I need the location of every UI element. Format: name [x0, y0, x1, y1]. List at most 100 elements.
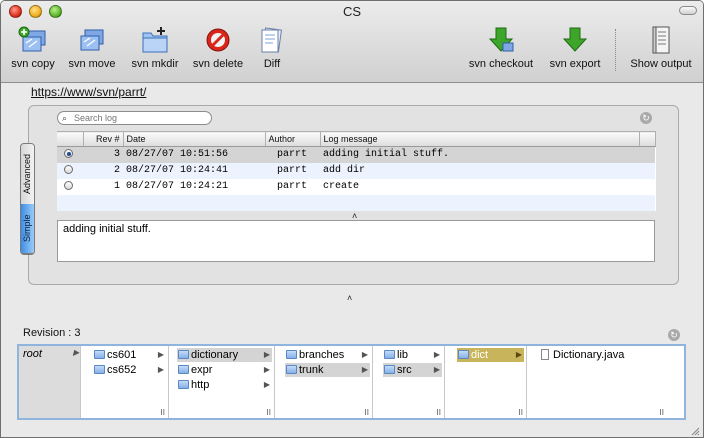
view-mode-tabs: Advanced Simple: [20, 143, 35, 255]
svn-mkdir-label: svn mkdir: [131, 58, 179, 70]
svn-delete-label: svn delete: [192, 58, 244, 70]
browser-column: dictionary ▶ expr ▶ http ▶ II: [175, 346, 275, 418]
log-row-message: adding initial stuff.: [323, 149, 450, 161]
output-icon: [645, 25, 677, 55]
browser-item[interactable]: cs652 ▶: [93, 363, 166, 377]
log-row-author: parrt: [277, 181, 308, 192]
svn-checkout-label: svn checkout: [468, 58, 534, 70]
column-resize-handle[interactable]: II: [365, 408, 369, 417]
chevron-right-icon: ▶: [263, 365, 270, 374]
folder-icon: [286, 365, 297, 374]
svn-mkdir-button[interactable]: svn mkdir: [127, 25, 183, 75]
browser-column: branches ▶ trunk ▶ II: [283, 346, 373, 418]
diff-icon: [256, 25, 288, 55]
move-icon: [76, 25, 108, 55]
chevron-right-icon: ▶: [157, 365, 164, 374]
log-row[interactable]: 2 08/27/07 10:24:41 parrt add dir: [57, 162, 655, 179]
svn-copy-button[interactable]: svn copy: [9, 25, 57, 75]
log-row-author: parrt: [277, 165, 308, 176]
repository-url-link[interactable]: https://www/svn/parrt/: [31, 85, 146, 99]
window-resize-grip-icon[interactable]: [690, 426, 700, 436]
browser-item[interactable]: dict ▶: [457, 348, 524, 362]
column-resize-handle[interactable]: II: [519, 408, 523, 417]
folder-icon: [178, 380, 189, 389]
browser-root-item[interactable]: root ▶: [23, 348, 79, 360]
browser-item[interactable]: http ▶: [177, 378, 272, 392]
panel-split-handle-icon[interactable]: ˄: [347, 293, 352, 303]
search-log-field[interactable]: ⌕: [57, 111, 212, 125]
folder-icon: [94, 365, 105, 374]
window-title: CS: [342, 4, 362, 19]
log-row-date: 08/27/07 10:24:41: [126, 165, 229, 176]
diff-button[interactable]: Diff: [255, 25, 289, 75]
search-icon: ⌕: [62, 113, 68, 123]
browser-item[interactable]: lib ▶: [383, 348, 442, 362]
delete-icon: [202, 25, 234, 55]
folder-icon: [384, 350, 395, 359]
column-resize-handle[interactable]: II: [660, 408, 664, 417]
tab-simple[interactable]: Simple: [21, 204, 34, 254]
column-resize-handle[interactable]: II: [437, 408, 441, 417]
svn-export-button[interactable]: svn export: [545, 25, 605, 75]
browser-item[interactable]: Dictionary.java: [539, 348, 665, 362]
column-resize-handle[interactable]: II: [267, 408, 271, 417]
chevron-right-icon: ▶: [361, 365, 368, 374]
log-row-rev: 2: [113, 165, 120, 176]
log-row-radio[interactable]: [64, 164, 73, 174]
log-refresh-icon[interactable]: ↻: [640, 112, 652, 124]
column-resize-handle[interactable]: II: [161, 408, 165, 417]
revision-browser: root ▶ cs601 ▶ cs652 ▶ II dictionary ▶ e…: [17, 344, 686, 420]
export-icon: [559, 25, 591, 55]
revision-label: Revision : 3: [23, 327, 81, 339]
svn-checkout-button[interactable]: svn checkout: [465, 25, 537, 75]
tab-advanced[interactable]: Advanced: [21, 144, 34, 204]
col-rev-header[interactable]: Rev #: [83, 131, 124, 147]
col-author-header[interactable]: Author: [265, 131, 321, 147]
log-row[interactable]: 1 08/27/07 10:24:21 parrt create: [57, 178, 655, 195]
log-row-author: parrt: [277, 149, 308, 161]
log-row-radio[interactable]: [64, 149, 73, 159]
diff-label: Diff: [263, 58, 281, 70]
browser-item[interactable]: src ▶: [383, 363, 442, 377]
chevron-right-icon: ▶: [263, 380, 270, 389]
log-row-radio[interactable]: [64, 180, 73, 190]
new-folder-icon: [139, 25, 171, 55]
browser-column: dict ▶ II: [455, 346, 527, 418]
svn-export-label: svn export: [549, 58, 601, 70]
col-options-header[interactable]: [639, 131, 656, 147]
chevron-right-icon: ▶: [73, 348, 80, 357]
col-select-header[interactable]: [57, 131, 84, 147]
browser-item[interactable]: trunk ▶: [285, 363, 370, 377]
java-file-icon: [541, 349, 549, 360]
browser-item[interactable]: dictionary ▶: [177, 348, 272, 362]
svn-copy-label: svn copy: [11, 58, 55, 70]
folder-icon: [94, 350, 105, 359]
toolbar-toggle-button[interactable]: [679, 6, 697, 15]
log-table-header: Rev # Date Author Log message: [57, 131, 656, 147]
chevron-right-icon: ▶: [263, 350, 270, 359]
log-table: Rev # Date Author Log message 3 08/27/07…: [57, 131, 656, 211]
log-row-rev: 3: [113, 149, 120, 161]
title-toolbar: CS svn copy svn move svn mkdir svn delet…: [1, 1, 703, 83]
svn-move-label: svn move: [68, 58, 116, 70]
browser-refresh-icon[interactable]: ↻: [668, 329, 680, 341]
log-row[interactable]: 3 08/27/07 10:51:56 parrt adding initial…: [57, 146, 655, 163]
chevron-right-icon: ▶: [433, 365, 440, 374]
svn-move-button[interactable]: svn move: [65, 25, 119, 75]
chevron-right-icon: ▶: [157, 350, 164, 359]
log-message-view[interactable]: adding initial stuff.: [57, 220, 655, 262]
chevron-right-icon: ▶: [433, 350, 440, 359]
browser-item[interactable]: expr ▶: [177, 363, 272, 377]
log-row-rev: 1: [113, 181, 120, 192]
svn-delete-button[interactable]: svn delete: [190, 25, 246, 75]
col-message-header[interactable]: Log message: [320, 131, 640, 147]
checkout-icon: [485, 25, 517, 55]
browser-item[interactable]: cs601 ▶: [93, 348, 166, 362]
log-row-message: add dir: [323, 165, 366, 176]
browser-column: cs601 ▶ cs652 ▶ II: [91, 346, 169, 418]
log-filler-row: [57, 194, 655, 211]
show-output-button[interactable]: Show output: [625, 25, 697, 75]
search-log-input[interactable]: [74, 112, 206, 124]
col-date-header[interactable]: Date: [123, 131, 266, 147]
browser-item[interactable]: branches ▶: [285, 348, 370, 362]
